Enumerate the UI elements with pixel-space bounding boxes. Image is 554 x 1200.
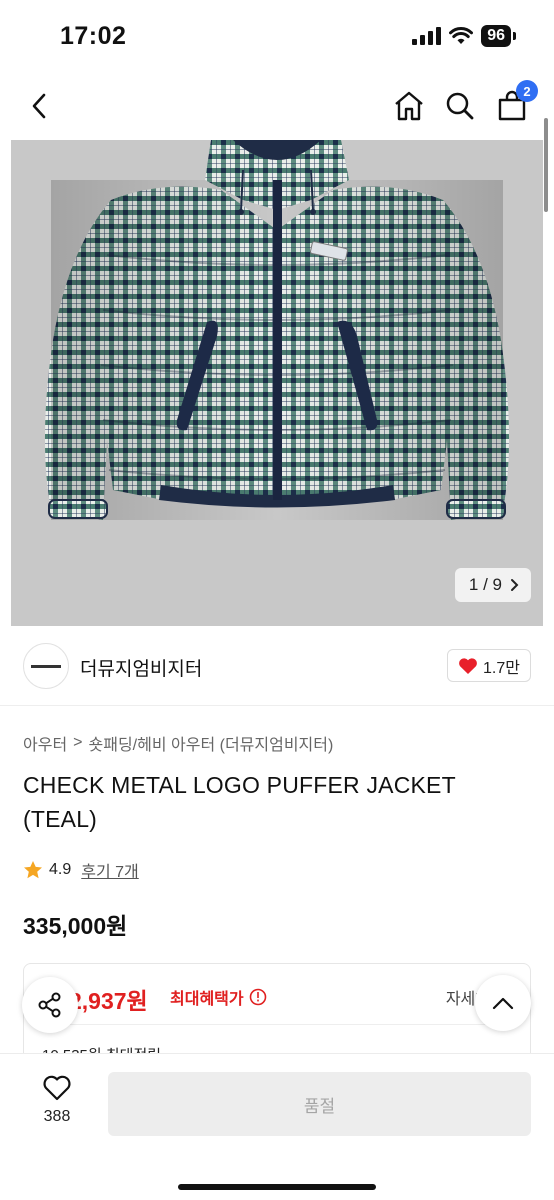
max-benefit-label: 최대혜택가 <box>170 985 267 1009</box>
home-button[interactable] <box>389 86 429 126</box>
brand-row[interactable]: 더뮤지엄비지터 1.7만 <box>0 630 554 706</box>
chevron-right-icon <box>511 579 519 591</box>
breadcrumb-separator: > <box>73 734 83 751</box>
chevron-up-icon <box>492 997 514 1010</box>
cart-count-badge: 2 <box>516 80 538 102</box>
brand-like-button[interactable]: 1.7만 <box>447 649 531 682</box>
search-icon <box>446 92 474 120</box>
image-counter[interactable]: 1 / 9 <box>454 568 531 602</box>
rating-row: 4.9 후기 7개 <box>23 858 139 882</box>
search-button[interactable] <box>440 86 480 126</box>
status-time: 17:02 <box>60 22 127 50</box>
cellular-signal-icon <box>412 27 442 45</box>
product-image-carousel[interactable]: 1 / 9 <box>11 140 543 626</box>
bottom-action-bar: 388 품절 <box>0 1053 554 1200</box>
review-count-link[interactable]: 후기 7개 <box>81 858 139 882</box>
brand-like-count: 1.7만 <box>483 659 520 677</box>
home-indicator <box>178 1184 376 1190</box>
battery-indicator: 96 <box>481 25 511 47</box>
heart-outline-icon <box>43 1075 71 1101</box>
share-icon <box>38 992 61 1018</box>
wifi-icon <box>449 27 474 44</box>
battery-tip <box>513 32 516 40</box>
brand-logo[interactable] <box>23 643 69 689</box>
share-button[interactable] <box>22 977 78 1033</box>
sold-out-button[interactable]: 품절 <box>108 1072 531 1136</box>
breadcrumb: 아우터 > 숏패딩/헤비 아우터 (더뮤지엄비지터) <box>23 731 333 755</box>
puffer-jacket-image <box>11 140 543 626</box>
top-navigation: 2 <box>0 72 554 140</box>
scroll-to-top-button[interactable] <box>475 975 531 1031</box>
back-button[interactable] <box>20 86 60 126</box>
cart-button[interactable]: 2 <box>492 80 538 126</box>
star-icon <box>24 861 42 879</box>
max-benefit-price: 2,937원 <box>69 988 148 1014</box>
wishlist-button[interactable]: 388 <box>32 1074 82 1126</box>
heart-filled-icon <box>459 657 477 674</box>
brand-name[interactable]: 더뮤지엄비지터 <box>80 654 202 681</box>
status-bar: 17:02 96 <box>0 0 554 72</box>
rating-score: 4.9 <box>49 861 72 878</box>
benefit-divider <box>40 1024 514 1025</box>
wishlist-count: 388 <box>43 1108 71 1125</box>
info-icon[interactable] <box>249 988 267 1006</box>
chevron-left-icon <box>32 93 46 119</box>
breadcrumb-subcategory[interactable]: 숏패딩/헤비 아우터 (더뮤지엄비지터) <box>89 731 334 755</box>
status-indicators: 96 <box>412 25 516 47</box>
product-price: 335,000원 <box>23 913 128 939</box>
image-counter-text: 1 / 9 <box>468 575 502 594</box>
product-title: CHECK METAL LOGO PUFFER JACKET (TEAL) <box>23 772 456 832</box>
page-scrollbar[interactable] <box>544 118 548 212</box>
max-benefit-label-text: 최대혜택가 <box>170 991 244 1008</box>
home-icon <box>395 91 423 121</box>
breadcrumb-category[interactable]: 아우터 <box>23 731 67 755</box>
